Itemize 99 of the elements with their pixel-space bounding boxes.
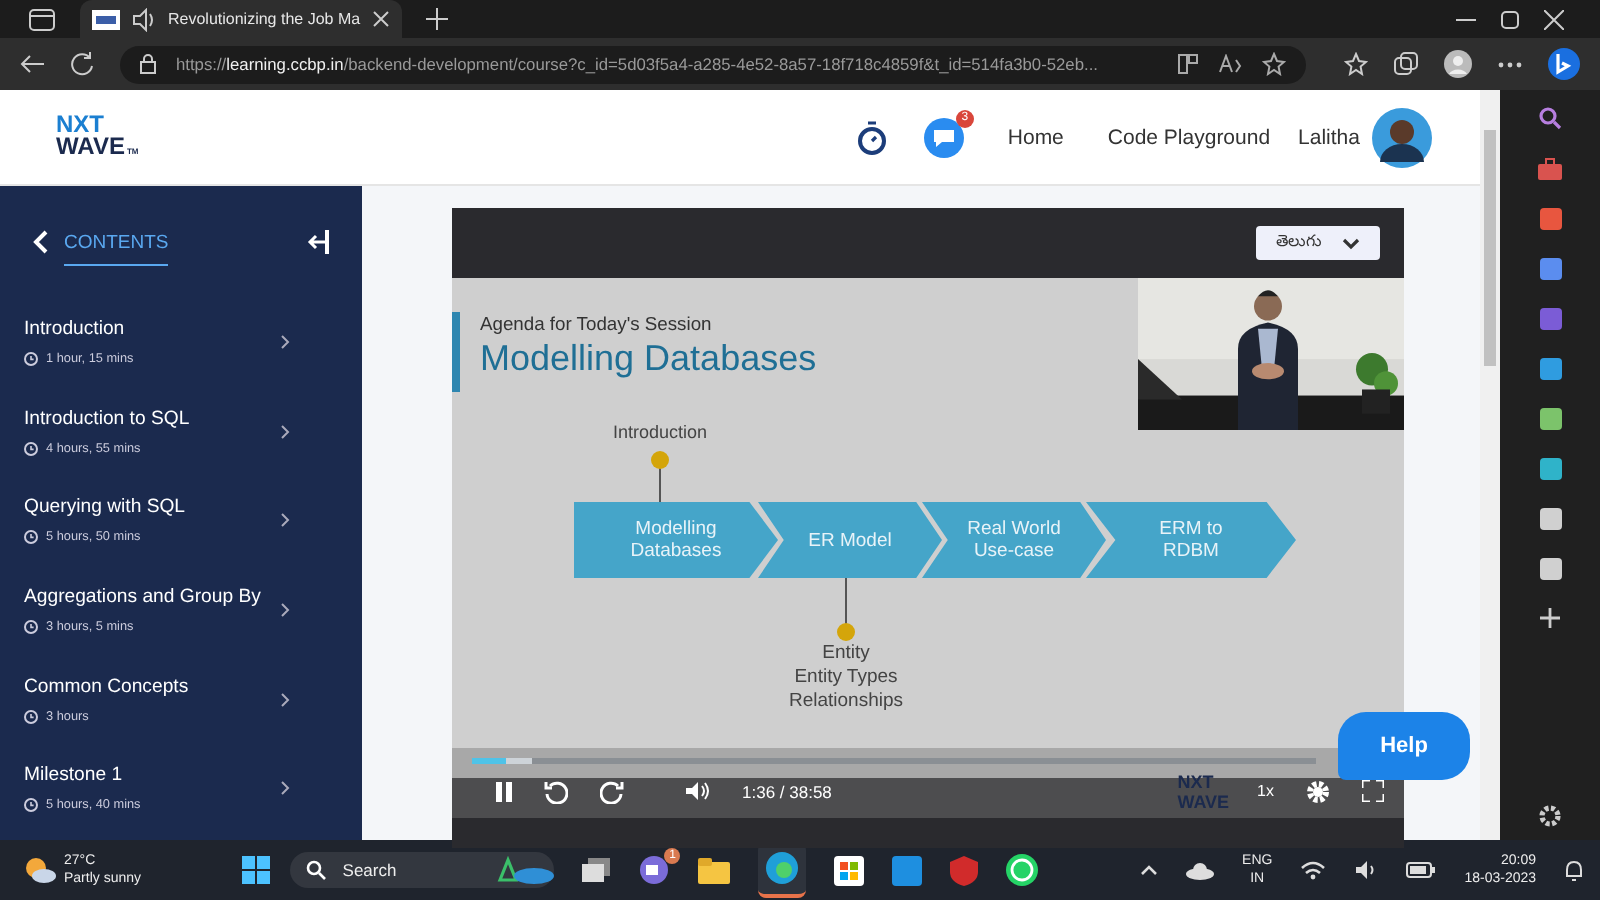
battery-icon[interactable] xyxy=(1406,862,1437,878)
recycle-icon xyxy=(494,856,555,884)
tab-title: Revolutionizing the Job Ma xyxy=(168,10,361,28)
weather-icon[interactable] xyxy=(24,856,56,884)
slide-title: Modelling Databases xyxy=(480,338,817,380)
briefcase-icon[interactable] xyxy=(1538,158,1562,180)
grid-icon[interactable] xyxy=(1178,54,1198,74)
module-title: Common Concepts xyxy=(24,675,191,698)
star-icon[interactable] xyxy=(1262,52,1286,76)
user-name[interactable]: Lalitha xyxy=(1298,125,1360,149)
clock-icon xyxy=(24,530,38,545)
favorites-icon[interactable] xyxy=(1344,52,1368,76)
favicon-icon xyxy=(92,9,120,29)
clock-icon xyxy=(24,441,38,456)
bell-icon[interactable] xyxy=(1564,859,1585,881)
app-icon[interactable] xyxy=(1539,408,1561,430)
module-title: Querying with SQL xyxy=(24,496,188,519)
video-chat-icon[interactable] xyxy=(638,856,671,884)
lock-icon xyxy=(140,54,156,74)
app-icon[interactable] xyxy=(1539,458,1561,480)
address-bar[interactable]: https://learning.ccbp.in/backend-development/course?c_id=5d03f5a4-a285-4e52-8a57-18f718c4859f&t_id=514fa3b0-52eb... xyxy=(120,45,1306,83)
app-icon[interactable] xyxy=(1539,358,1561,380)
windows-icon[interactable] xyxy=(242,856,271,884)
module-title: Milestone 1 xyxy=(24,764,125,787)
forward-icon[interactable] xyxy=(600,779,624,803)
settings-icon[interactable] xyxy=(1538,804,1562,828)
close-icon[interactable] xyxy=(1544,9,1564,29)
app-icon[interactable] xyxy=(1539,508,1561,530)
back-icon[interactable] xyxy=(20,54,44,74)
chevron-right-icon xyxy=(280,780,290,797)
chat-icon[interactable] xyxy=(923,117,964,157)
collections-icon[interactable] xyxy=(1394,52,1418,76)
search-icon[interactable] xyxy=(1538,106,1562,130)
slide-subtitle: Agenda for Today's Session xyxy=(480,312,714,334)
cloud-icon[interactable] xyxy=(1186,861,1215,879)
contents-tab[interactable]: CONTENTS xyxy=(64,231,169,265)
clock-icon xyxy=(24,798,38,813)
chevron-right-icon xyxy=(280,334,290,351)
shield-icon[interactable] xyxy=(950,855,979,885)
url-text: https://learning.ccbp.in/backend-development/course?c_id=5d03f5a4-a285-4e52-8a57-18f718c4859f&t_id=514fa3b0-52eb... xyxy=(176,54,1100,74)
process-step: Modelling Databases xyxy=(574,502,778,578)
browser-icon[interactable] xyxy=(766,852,799,884)
step-label: Entity Types xyxy=(794,666,898,690)
volume-icon[interactable] xyxy=(684,780,710,802)
chevron-right-icon xyxy=(280,512,290,529)
nav-link[interactable]: Home xyxy=(1007,125,1064,149)
app-icon[interactable] xyxy=(1539,258,1561,280)
time-display: 1:36 / 38:58 xyxy=(742,781,832,801)
module-title: Introduction to SQL xyxy=(24,407,192,430)
restore-icon[interactable] xyxy=(1500,9,1520,29)
chevron-down-icon xyxy=(1342,237,1360,249)
app-icon[interactable] xyxy=(1539,558,1561,580)
tab-list-icon[interactable] xyxy=(28,7,56,31)
clock-icon xyxy=(24,620,38,635)
speaker-icon[interactable] xyxy=(132,7,156,31)
store-icon[interactable] xyxy=(834,855,865,885)
language-dropdown[interactable]: తెలుగు xyxy=(1256,226,1380,260)
avatar[interactable] xyxy=(1372,107,1432,167)
browser-tab[interactable]: Revolutionizing the Job Ma xyxy=(80,0,403,38)
bing-icon[interactable] xyxy=(1548,48,1580,80)
app-icon[interactable] xyxy=(1539,208,1561,230)
volume-icon[interactable] xyxy=(1354,860,1379,880)
clock-icon xyxy=(24,709,38,724)
close-icon[interactable] xyxy=(372,10,391,28)
plus-icon[interactable] xyxy=(1540,608,1560,628)
module-title: Aggregations and Group By xyxy=(24,586,263,609)
phone-chat-icon[interactable] xyxy=(1006,854,1039,886)
step-label: Introduction xyxy=(612,422,708,442)
more-icon[interactable] xyxy=(1498,61,1522,67)
task-view-icon[interactable] xyxy=(582,858,611,882)
chevron-right-icon xyxy=(280,602,290,619)
collapse-icon[interactable] xyxy=(306,230,330,254)
stopwatch-icon[interactable] xyxy=(855,119,888,155)
nav-link[interactable]: Code Playground xyxy=(1107,125,1271,149)
process-step: ERM to RDBM xyxy=(1086,502,1296,578)
step-label: Relationships xyxy=(788,690,904,714)
rewind-icon[interactable] xyxy=(544,779,568,803)
pause-icon[interactable] xyxy=(496,781,512,801)
chevron-right-icon xyxy=(280,691,290,708)
minimize-icon[interactable] xyxy=(1456,17,1476,21)
plus-icon[interactable] xyxy=(426,8,449,30)
chevron-up-icon[interactable] xyxy=(1140,864,1159,876)
pin-marker xyxy=(836,578,856,642)
scrollbar[interactable] xyxy=(1484,130,1496,366)
fullscreen-icon[interactable] xyxy=(1362,780,1384,802)
folder-icon[interactable] xyxy=(698,857,731,883)
chevron-right-icon xyxy=(280,423,290,440)
read-aloud-icon[interactable] xyxy=(1218,54,1242,74)
app-icon[interactable] xyxy=(892,855,923,885)
search-field[interactable]: Search xyxy=(290,852,555,888)
module-title: Introduction xyxy=(24,318,127,341)
wifi-icon[interactable] xyxy=(1300,860,1327,880)
step-label: Entity xyxy=(822,642,870,666)
speed-control[interactable]: 1x xyxy=(1257,782,1274,800)
search-icon xyxy=(306,860,327,880)
refresh-icon[interactable] xyxy=(70,52,94,76)
help-button[interactable]: Help xyxy=(1338,712,1470,780)
profile-icon[interactable] xyxy=(1444,50,1472,78)
clock-icon xyxy=(24,352,38,367)
